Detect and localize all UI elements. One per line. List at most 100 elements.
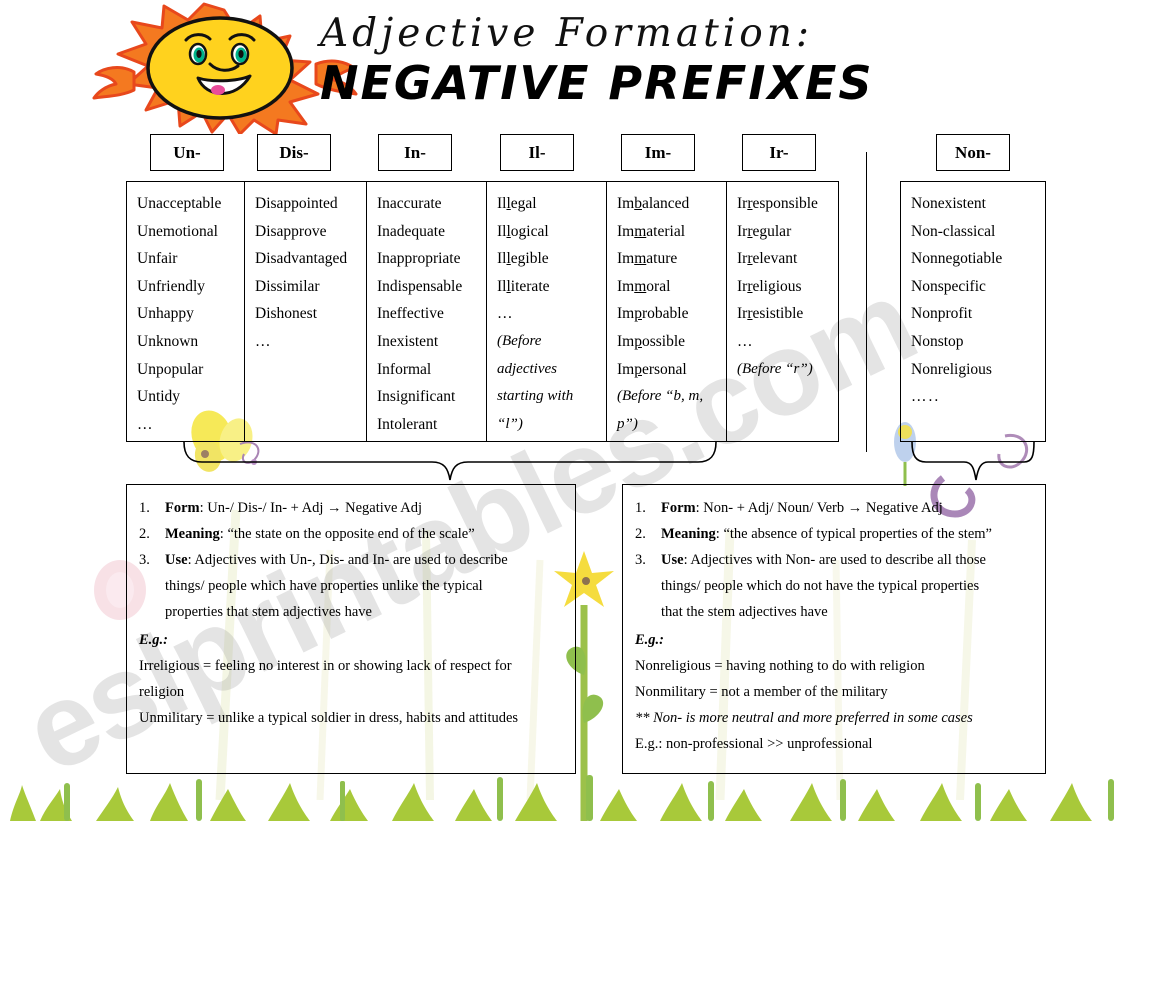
title-subtitle: Adjective Formation: — [320, 11, 813, 56]
prefix-header-im: Im- — [621, 134, 695, 171]
column-note-ir: (Before “r”) — [737, 360, 813, 377]
prefix-header-non: Non- — [936, 134, 1010, 171]
word-item: Nonstop — [911, 332, 964, 350]
brace-left — [183, 441, 717, 481]
word-item: Disapprove — [255, 222, 327, 240]
example-line: Nonmilitary = not a member of the milita… — [635, 684, 888, 700]
title-heading: NEGATIVE PREFIXES — [320, 56, 874, 110]
word-item: Non-classical — [911, 222, 996, 240]
word-column-ir: Irresponsible Irregular Irrelevant Irrel… — [727, 182, 838, 441]
word-item: Illegal — [497, 195, 537, 212]
word-item: Unhappy — [137, 305, 194, 323]
explanation-box-right: 1. Form: Non- + Adj/ Noun/ Verb → Negati… — [622, 484, 1046, 774]
rule-item-meaning: 2. Meaning: “the state on the opposite e… — [139, 526, 475, 542]
prefix-header-il: Il- — [500, 134, 574, 171]
rule-label: Meaning — [661, 526, 716, 542]
word-item: Impossible — [617, 332, 686, 350]
example-label: E.g.: — [635, 632, 664, 648]
rule-label: Use — [165, 552, 188, 568]
word-column-il: Illegal Illogical Illegible Illiterate …… — [487, 182, 607, 441]
word-item: Unpopular — [137, 360, 204, 378]
word-item: Illegible — [497, 250, 549, 268]
word-item: Inexistent — [377, 332, 439, 350]
word-item: Nonexistent — [911, 195, 986, 212]
rule-item-use: 3. Use: Adjectives with Un-, Dis- and In… — [139, 552, 508, 568]
word-column-in: Inaccurate Inadequate Inappropriate Indi… — [367, 182, 487, 441]
example-note-last: E.g.: non-professional >> unprofessional — [635, 736, 873, 752]
prefix-header-in: In- — [378, 134, 452, 171]
word-item: Dissimilar — [255, 277, 320, 295]
word-column-ellipsis: … — [137, 415, 155, 433]
word-column-un: Unacceptable Unemotional Unfair Unfriend… — [127, 182, 245, 441]
rule-text: Un-/ Dis-/ In- + Adj → Negative Adj — [207, 500, 423, 516]
word-item: Improbable — [617, 305, 689, 323]
rule-text: “the absence of typical properties of th… — [723, 526, 992, 542]
word-column-ellipsis: … — [497, 305, 515, 323]
prefix-word-table-non: Nonexistent Non-classical Nonnegotiable … — [900, 181, 1046, 442]
word-item: Irregular — [737, 222, 792, 240]
rule-continuation: properties that stem adjectives have — [165, 604, 372, 620]
example-line: Nonreligious = having nothing to do with… — [635, 658, 925, 674]
worksheet-title: Adjective Formation: NEGATIVE PREFIXES — [320, 14, 874, 107]
rule-text: Non- + Adj/ Noun/ Verb → Negative Adj — [703, 500, 943, 516]
word-item: Inadequate — [377, 222, 445, 240]
rule-continuation: things/ people which do not have the typ… — [661, 578, 980, 594]
rule-item-use: 3. Use: Adjectives with Non- are used to… — [635, 552, 986, 568]
word-item: Inappropriate — [377, 250, 461, 268]
grass-decoration — [10, 775, 1114, 821]
word-item: Impersonal — [617, 360, 687, 378]
rule-item-form: 1. Form: Un-/ Dis-/ In- + Adj → Negative… — [139, 500, 423, 516]
word-item: Unknown — [137, 332, 199, 350]
word-item: Disappointed — [255, 195, 338, 212]
word-item: Irreligious — [737, 277, 802, 295]
word-item: Inaccurate — [377, 195, 442, 212]
word-item: Disadvantaged — [255, 250, 348, 268]
prefix-header-ir: Ir- — [742, 134, 816, 171]
word-item: Irresistible — [737, 305, 804, 323]
word-item: Immoral — [617, 277, 671, 295]
word-item: Intolerant — [377, 415, 438, 433]
word-item: Nonreligious — [911, 360, 992, 378]
word-item: Unemotional — [137, 222, 218, 240]
word-column-ellipsis: … — [737, 332, 755, 350]
word-item: Nonspecific — [911, 277, 986, 295]
explanation-box-left: 1. Form: Un-/ Dis-/ In- + Adj → Negative… — [126, 484, 576, 774]
example-line: Unmilitary = unlike a typical soldier in… — [139, 710, 519, 726]
word-item: Dishonest — [255, 305, 317, 323]
word-item: Unfair — [137, 250, 178, 268]
rule-text: “the state on the opposite end of the sc… — [227, 526, 475, 542]
word-item: Nonnegotiable — [911, 250, 1003, 268]
section-divider — [866, 152, 867, 452]
word-item: Irrelevant — [737, 250, 798, 268]
rule-item-meaning: 2. Meaning: “the absence of typical prop… — [635, 526, 992, 542]
example-note-italic: ** Non- is more neutral and more preferr… — [635, 710, 973, 726]
brace-right — [911, 441, 1035, 481]
word-column-dis: Disappointed Disapprove Disadvantaged Di… — [245, 182, 367, 441]
prefix-header-dis: Dis- — [257, 134, 331, 171]
word-item: Unacceptable — [137, 195, 222, 212]
prefix-word-table-left: Unacceptable Unemotional Unfair Unfriend… — [126, 181, 839, 442]
word-item: Insignificant — [377, 388, 456, 406]
word-item: Untidy — [137, 388, 181, 406]
rule-continuation: that the stem adjectives have — [661, 604, 828, 620]
word-column-im: Imbalanced Immaterial Immature Immoral I… — [607, 182, 727, 441]
word-column-ellipsis: … — [255, 332, 273, 350]
word-item: Ineffective — [377, 305, 444, 323]
rule-continuation: things/ people which have properties unl… — [165, 578, 483, 594]
word-item: Immature — [617, 250, 678, 268]
word-item: Indispensable — [377, 277, 463, 295]
rule-item-form: 1. Form: Non- + Adj/ Noun/ Verb → Negati… — [635, 500, 943, 516]
column-note-il: (Before adjectives starting with “l”) — [497, 332, 574, 432]
example-line: Irreligious = feeling no interest in or … — [139, 658, 512, 674]
rule-text: Adjectives with Non- are used to describ… — [690, 552, 986, 568]
word-item: Nonprofit — [911, 305, 973, 323]
word-item: Imbalanced — [617, 195, 690, 212]
example-label: E.g.: — [139, 632, 168, 648]
example-line: religion — [139, 684, 185, 700]
rule-text: Adjectives with Un-, Dis- and In- are us… — [194, 552, 508, 568]
rule-label: Use — [661, 552, 684, 568]
word-item: Informal — [377, 360, 432, 378]
rule-label: Form — [165, 500, 200, 516]
word-item: Immaterial — [617, 222, 686, 240]
word-item: Irresponsible — [737, 195, 818, 212]
